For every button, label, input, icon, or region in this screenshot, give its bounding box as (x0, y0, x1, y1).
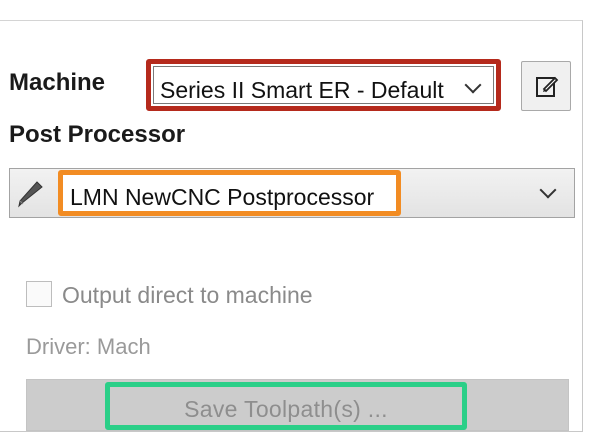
output-direct-checkbox[interactable] (26, 281, 52, 307)
machine-select[interactable]: Series II Smart ER - Default (146, 59, 501, 111)
save-toolpaths-button[interactable]: Save Toolpath(s) ... (26, 379, 569, 431)
edit-icon (536, 76, 559, 97)
edit-machine-button[interactable] (521, 61, 571, 111)
save-toolpaths-label: Save Toolpath(s) ... (184, 396, 388, 422)
save-toolpaths-highlight: Save Toolpath(s) ... (105, 382, 467, 430)
toolpath-save-panel: Machine Series II Smart ER - Default Pos… (0, 20, 583, 432)
machine-select-box[interactable]: Series II Smart ER - Default (153, 66, 494, 104)
chevron-down-icon[interactable] (539, 181, 557, 199)
pencil-icon (18, 181, 43, 208)
post-processor-select[interactable]: LMN NewCNC Postprocessor (9, 168, 575, 218)
post-processor-value: LMN NewCNC Postprocessor (70, 184, 375, 210)
chevron-down-icon[interactable] (464, 76, 482, 94)
output-direct-label: Output direct to machine (62, 282, 313, 308)
post-processor-value-box[interactable]: LMN NewCNC Postprocessor (58, 170, 401, 216)
machine-select-value: Series II Smart ER - Default (160, 77, 444, 103)
driver-text: Driver: Mach (26, 334, 151, 359)
post-processor-label: Post Processor (9, 121, 186, 148)
machine-label: Machine (9, 69, 106, 96)
